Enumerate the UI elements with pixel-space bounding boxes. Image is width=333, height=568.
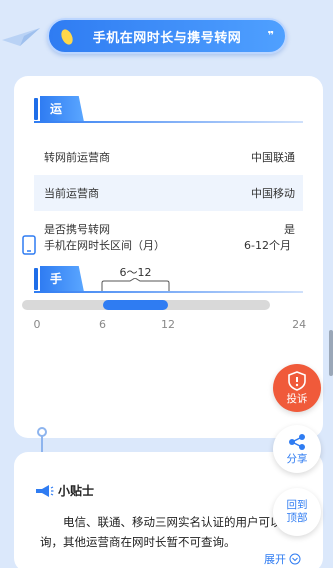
scrollbar[interactable] [329, 330, 333, 376]
tick-label: 0 [33, 318, 41, 331]
duration-slider-fill [102, 300, 169, 310]
share-button[interactable]: 分享 [273, 425, 321, 473]
slider-axis: 0 6 12 24 [22, 318, 307, 332]
slider-tooltip: 6～12 [100, 266, 171, 291]
row-label: 转网前运营商 [44, 151, 110, 164]
tips-header: 小贴士 [34, 482, 94, 499]
leaf-icon [61, 29, 73, 45]
row-value: 中国联通 [251, 151, 295, 164]
range-value: 6-12个月 [244, 239, 291, 252]
chevron-down-icon [289, 553, 301, 565]
section-title: 手机在网时长 [40, 266, 85, 292]
tick-label: 6 [99, 318, 107, 331]
table-row: 当前运营商 中国移动 [34, 175, 303, 211]
section-marker [34, 268, 38, 290]
shield-alert-icon [288, 370, 306, 391]
section-underline [34, 121, 303, 123]
section-title: 运营商类型 [40, 96, 85, 122]
table-row: 转网前运营商 中国联通 [34, 139, 303, 175]
range-label: 手机在网时长区间（月） [44, 239, 165, 252]
row-label: 当前运营商 [44, 187, 99, 200]
back-to-top-label-2: 顶部 [286, 512, 308, 524]
expand-label: 展开 [264, 553, 286, 566]
tick-label: 12 [161, 318, 176, 331]
complain-label: 投诉 [286, 392, 308, 405]
share-icon [289, 433, 305, 450]
tips-title: 小贴士 [58, 484, 95, 498]
complain-button[interactable]: 投诉 [273, 364, 321, 412]
page-title-banner: 手机在网时长与携号转网 ❞ [47, 18, 287, 54]
section-marker [34, 98, 38, 120]
back-to-top-button[interactable]: 回到 顶部 [273, 488, 321, 536]
phone-icon [22, 235, 36, 255]
row-value: 中国移动 [251, 187, 295, 200]
expand-button[interactable]: 展开 [264, 551, 301, 567]
back-to-top-label-1: 回到 [286, 499, 308, 511]
tooltip-bracket [101, 278, 170, 291]
duration-range-row: 手机在网时长区间（月） 6-12个月 [22, 233, 291, 257]
page-title: 手机在网时长与携号转网 [92, 30, 242, 46]
share-label: 分享 [286, 452, 308, 465]
tips-body: 电信、联通、移动三网实名认证的用户可以查询，其他运营商在网时长暂不可查询。 [40, 515, 293, 549]
paper-plane-decoration [2, 28, 40, 46]
duration-slider-track [22, 300, 270, 310]
quote-icon: ❞ [267, 29, 274, 42]
tick-label: 24 [292, 318, 307, 331]
megaphone-icon [36, 484, 54, 497]
